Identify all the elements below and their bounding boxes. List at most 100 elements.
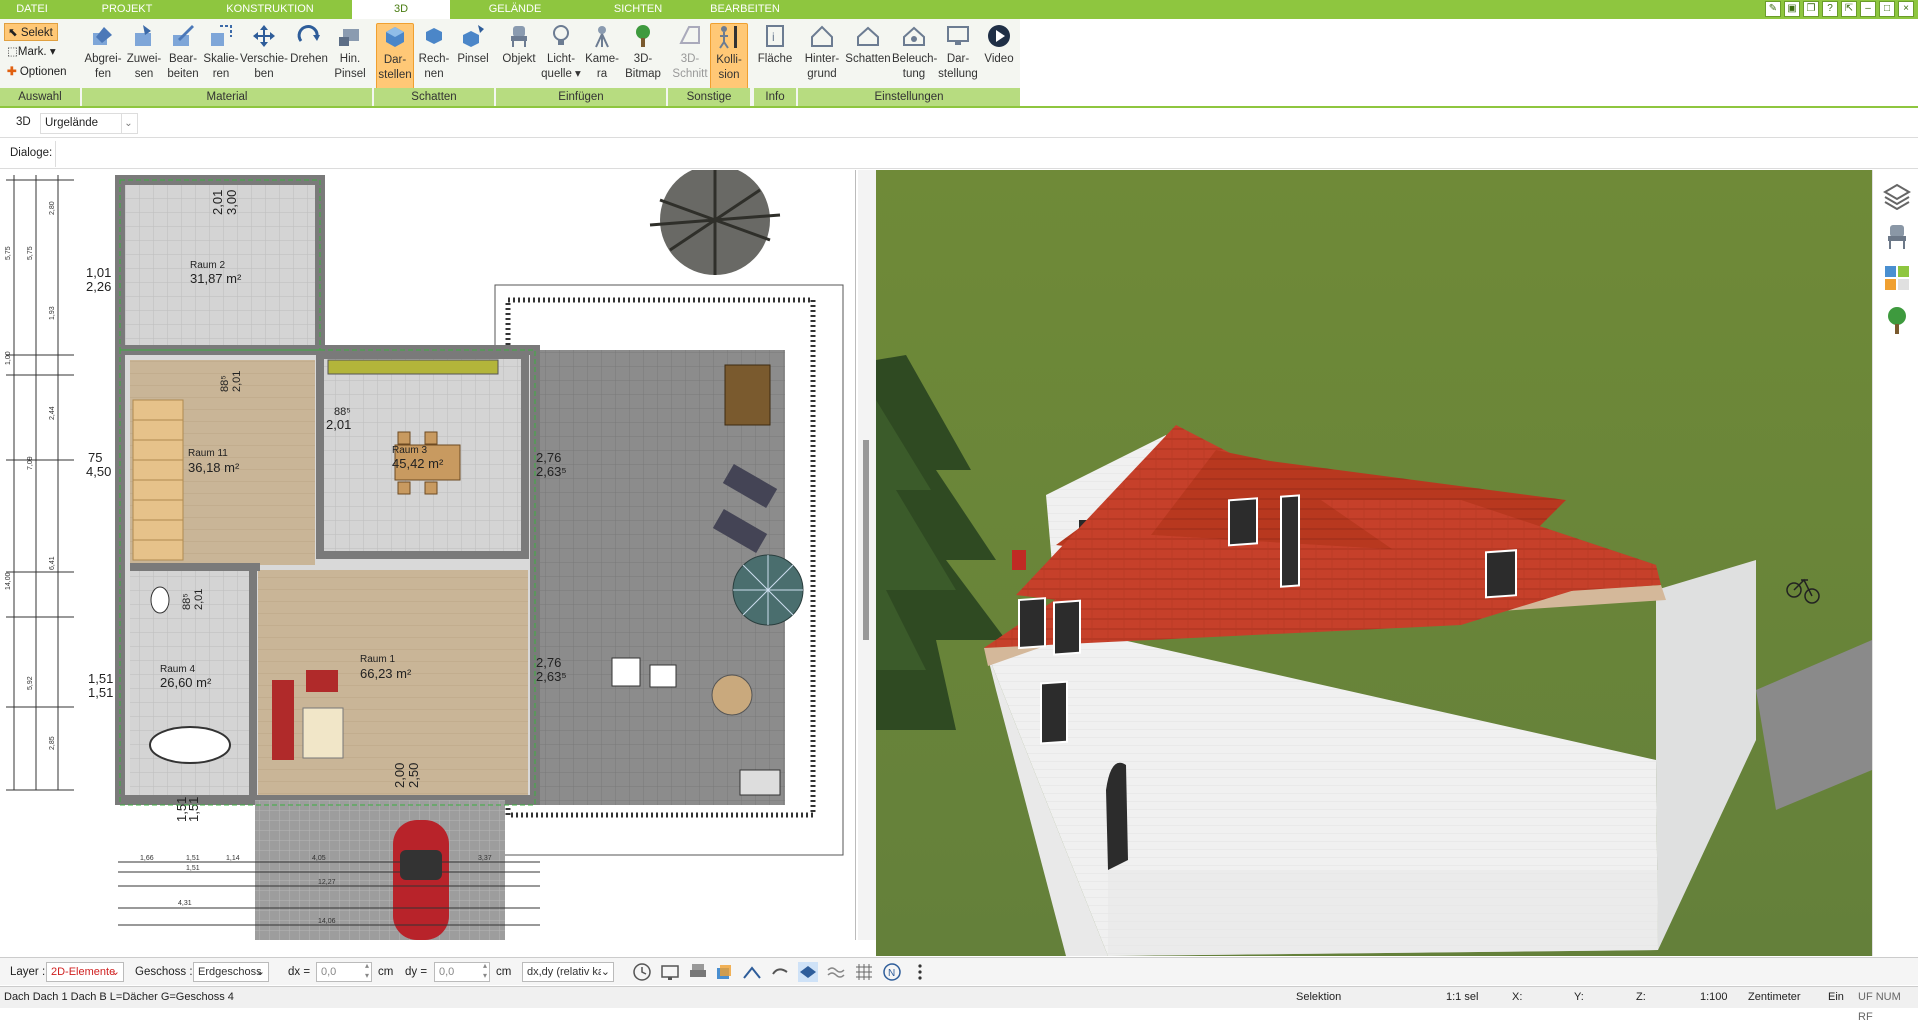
geschoss-select[interactable]: Erdgeschoss ⌄ <box>193 962 269 982</box>
hin-pinsel-button[interactable]: Hin. Pinsel <box>330 23 370 82</box>
close-icon[interactable]: × <box>1898 1 1914 17</box>
video-button[interactable]: Video <box>980 23 1018 67</box>
tab-projekt[interactable]: PROJEKT <box>85 0 169 19</box>
darstellung-button[interactable]: Dar-stellung <box>936 23 980 82</box>
coordinate-mode-select[interactable]: dx,dy (relativ ka ⌄ <box>522 962 614 982</box>
minimize-icon[interactable]: – <box>1860 1 1876 17</box>
room-name: Raum 1 <box>360 654 395 665</box>
room-name: Raum 4 <box>160 664 195 675</box>
bitmap-button[interactable]: 3D- Bitmap <box>622 23 664 82</box>
help-icon[interactable]: ? <box>1822 1 1838 17</box>
assign-material-icon <box>135 25 151 46</box>
spinner-icon[interactable]: ▴ ▾ <box>483 961 487 981</box>
abgreifen-button[interactable]: Abgrei-fen <box>82 23 124 82</box>
pin-icon[interactable]: ⇱ <box>1841 1 1857 17</box>
mark-button[interactable]: ⬚Mark. ▾ <box>4 43 68 61</box>
schatten-einstellung-button[interactable]: Schatten <box>844 23 892 67</box>
ruler-label: 2,44 <box>49 406 56 420</box>
plan-vertical-scrollbar[interactable] <box>858 170 876 940</box>
scroll-thumb[interactable] <box>863 440 869 640</box>
edit-material-icon <box>173 25 194 46</box>
ruler-label: 6,41 <box>49 556 56 570</box>
3d-view[interactable] <box>876 170 1872 956</box>
tree-icon[interactable] <box>1885 306 1909 336</box>
room-area: 66,23 m² <box>360 666 412 681</box>
room-area: 26,60 m² <box>160 675 212 690</box>
darstellen-button[interactable]: Dar-stellen <box>376 23 414 90</box>
tab-datei[interactable]: DATEI <box>0 0 64 19</box>
plane-icon[interactable] <box>798 962 818 982</box>
maximize-icon[interactable]: □ <box>1879 1 1895 17</box>
selekt-button[interactable]: ⬉ Selekt <box>4 23 58 41</box>
dim-label: 4,05 <box>312 855 326 862</box>
dx-input[interactable]: 0,0 ▴ ▾ <box>316 961 372 982</box>
play-icon <box>988 25 1010 47</box>
zuweisen-button[interactable]: Zuwei-sen <box>124 23 164 82</box>
view-mode-label: 3D <box>16 116 31 128</box>
tab-gelaende[interactable]: GELÄNDE <box>470 0 560 19</box>
status-scale: 1:100 <box>1700 991 1728 1003</box>
beleuchtung-button[interactable]: Beleuch-tung <box>892 23 937 82</box>
screen-capture-icon[interactable] <box>660 962 680 982</box>
status-info: Dach Dach 1 Dach B L=Dächer G=Geschoss 4 <box>4 991 234 1003</box>
status-bar: Dach Dach 1 Dach B L=Dächer G=Geschoss 4… <box>0 986 1918 1023</box>
print-icon[interactable] <box>688 962 708 982</box>
tab-konstruktion[interactable]: KONSTRUKTION <box>210 0 330 19</box>
rechnen-button[interactable]: Rech-nen <box>414 23 454 82</box>
left-dimension-rulers <box>6 175 74 791</box>
tab-bearbeiten[interactable]: BEARBEITEN <box>700 0 790 19</box>
dim-label: 3,37 <box>478 855 492 862</box>
cursor-icon: ⬉ <box>8 27 18 39</box>
car <box>393 820 449 940</box>
dim-value: 2,63⁵ <box>536 669 567 684</box>
objekt-button[interactable]: Objekt <box>498 23 540 67</box>
catch-icon[interactable] <box>770 962 790 982</box>
schatten-pinsel-button[interactable]: Pinsel <box>454 23 492 67</box>
floor-plan-view[interactable]: 5,75 5,75 2,80 1,93 1,00 2,44 7,09 6,41 … <box>0 170 856 940</box>
layers-3d-icon[interactable] <box>714 962 734 982</box>
window-icon[interactable]: ❐ <box>1803 1 1819 17</box>
3d-scene[interactable] <box>876 170 1872 956</box>
chair-icon[interactable] <box>1885 222 1909 250</box>
kamera-button[interactable]: Kame-ra <box>584 23 620 82</box>
terrain-layer-select[interactable]: Urgelände ⌄ <box>40 113 138 134</box>
dim-value: 2,01 <box>210 190 225 215</box>
bearbeiten-button[interactable]: Bear-beiten <box>164 23 202 82</box>
ruler-label: 2,80 <box>49 201 56 215</box>
spinner-icon[interactable]: ▴ ▾ <box>365 961 369 981</box>
optionen-button[interactable]: ✚ Optionen <box>4 63 80 81</box>
clock-icon[interactable] <box>632 962 652 982</box>
flaeche-button[interactable]: i Fläche <box>756 23 794 67</box>
verschieben-button[interactable]: Verschie-ben <box>240 23 288 82</box>
dx-label: dx = <box>288 966 311 978</box>
kollision-button[interactable]: Kolli-sion <box>710 23 748 90</box>
drehen-button[interactable]: Drehen <box>288 23 330 67</box>
3d-schnitt-button[interactable]: 3D- Schnitt <box>670 23 710 82</box>
tab-sichten[interactable]: SICHTEN <box>598 0 678 19</box>
more-options-icon[interactable] <box>910 962 930 982</box>
skalieren-button[interactable]: Skalie-ren <box>202 23 240 82</box>
tab-3d[interactable]: 3D <box>352 0 450 19</box>
grid-icon[interactable] <box>854 962 874 982</box>
layers-icon[interactable] <box>1883 182 1911 210</box>
dim-value: 2,01 <box>231 371 243 392</box>
restore-icon[interactable]: ▣ <box>1784 1 1800 17</box>
snap-icon[interactable] <box>742 962 762 982</box>
dim-value: 3,00 <box>224 190 239 215</box>
paint-icon[interactable]: ✎ <box>1765 1 1781 17</box>
materials-icon[interactable] <box>1883 264 1911 292</box>
lichtquelle-button[interactable]: Licht-quelle ▾ <box>540 23 582 82</box>
ruler-label: 14,00 <box>5 572 12 590</box>
layer-select[interactable]: 2D-Elemente ⌄ <box>46 962 124 982</box>
dim-label: 1,51 <box>186 855 200 862</box>
chair-icon <box>511 26 527 47</box>
floor-plan-canvas[interactable]: 5,75 5,75 2,80 1,93 1,00 2,44 7,09 6,41 … <box>0 170 856 940</box>
dim-label: 1,14 <box>226 855 240 862</box>
hintergrund-button[interactable]: Hinter-grund <box>800 23 844 82</box>
status-x: X: <box>1512 991 1523 1003</box>
section-cut-icon <box>679 26 700 44</box>
dy-input[interactable]: 0,0 ▴ ▾ <box>434 961 490 982</box>
wave-icon[interactable] <box>826 962 846 982</box>
north-icon[interactable]: N <box>882 962 902 982</box>
ribbon-empty-area <box>1020 19 1918 106</box>
